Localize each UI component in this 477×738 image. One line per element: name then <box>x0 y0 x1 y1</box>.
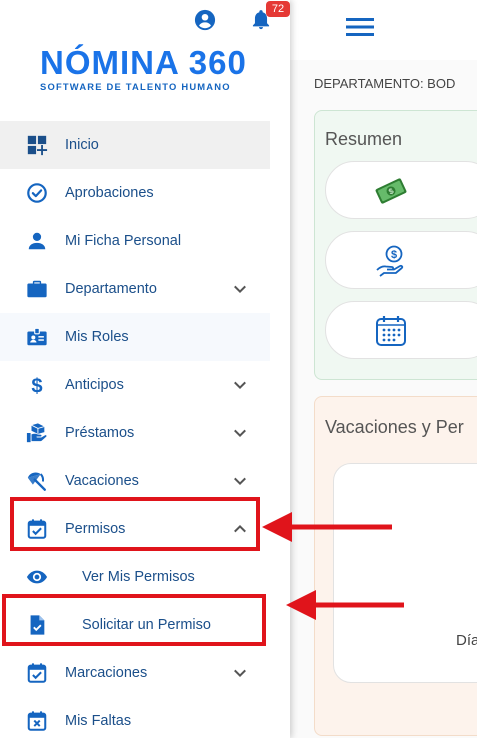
sidebar-item-label: Mi Ficha Personal <box>65 233 182 249</box>
resumen-money-item[interactable]: $ <box>325 161 477 219</box>
vacaciones-title: Vacaciones y Per <box>325 417 464 437</box>
sidebar-item-label: Mis Roles <box>65 329 129 345</box>
sidebar-item-label: Aprobaciones <box>65 185 154 201</box>
sidebar-item-mis-faltas[interactable]: Mis Faltas <box>0 697 270 738</box>
sidebar-item-departamento[interactable]: Departamento <box>0 265 270 313</box>
chevron-down-icon[interactable] <box>231 280 249 298</box>
chevron-down-icon[interactable] <box>231 376 249 394</box>
sidebar-item-prestamos[interactable]: Préstamos <box>0 409 270 457</box>
department-label: DEPARTAMENTO: BOD <box>314 76 456 91</box>
sidebar-item-mi-ficha-personal[interactable]: Mi Ficha Personal <box>0 217 270 265</box>
sidebar-item-label: Departamento <box>65 281 157 297</box>
resumen-calendar-item[interactable] <box>325 301 477 359</box>
eye-icon <box>26 570 48 584</box>
sidebar-item-label: Préstamos <box>65 425 135 441</box>
sidebar-item-marcaciones[interactable]: Marcaciones <box>0 649 270 697</box>
hamburger-menu-icon[interactable] <box>346 16 374 38</box>
sidebar-item-label: Marcaciones <box>65 665 148 681</box>
calendar-icon <box>376 316 406 346</box>
arrow-left-icon <box>286 590 404 620</box>
sidebar-item-anticipos[interactable]: $ Anticipos <box>0 361 270 409</box>
hand-coin-icon: $ <box>376 245 404 277</box>
vacaciones-permisos-card: Vacaciones y Per Día <box>314 396 477 736</box>
vacaciones-summary-box: Día <box>333 463 477 683</box>
money-bill-icon: $ <box>375 178 407 204</box>
chevron-down-icon[interactable] <box>231 472 249 490</box>
check-circle-icon <box>27 183 47 203</box>
main-content: DEPARTAMENTO: BOD Resumen $ $ Vacaciones… <box>290 60 477 738</box>
beach-umbrella-icon <box>27 472 46 491</box>
dashboard-icon <box>27 135 48 156</box>
sidebar-item-label: Inicio <box>65 137 99 153</box>
notification-count-badge: 72 <box>266 1 290 17</box>
highlight-permisos-box <box>10 497 260 551</box>
arrow-left-icon <box>262 512 392 542</box>
person-icon <box>28 232 46 250</box>
logo-main-text: NÓMINA 360 <box>40 44 247 81</box>
svg-text:$: $ <box>31 375 42 396</box>
sidebar-item-label: Mis Faltas <box>65 713 132 729</box>
calendar-x-icon <box>27 711 47 731</box>
resumen-loan-item[interactable]: $ <box>325 231 477 289</box>
sidebar-item-label: Anticipos <box>65 377 124 393</box>
dias-label: Día <box>456 632 477 649</box>
dollar-icon: $ <box>31 375 42 396</box>
resumen-title: Resumen <box>325 129 403 149</box>
briefcase-icon <box>27 280 47 298</box>
nomina360-logo[interactable]: NÓMINA 360 SOFTWARE DE TALENTO HUMANO <box>40 44 247 93</box>
chevron-down-icon[interactable] <box>231 664 249 682</box>
resumen-card: Resumen $ $ <box>314 110 477 380</box>
sidebar-item-aprobaciones[interactable]: Aprobaciones <box>0 169 270 217</box>
chevron-down-icon[interactable] <box>231 424 249 442</box>
sidebar-item-inicio[interactable]: Inicio <box>0 121 270 169</box>
user-account-icon[interactable] <box>194 9 216 31</box>
loan-icon <box>26 423 47 443</box>
svg-text:$: $ <box>391 249 397 261</box>
logo-sub-text: SOFTWARE DE TALENTO HUMANO <box>40 81 231 92</box>
app-page: 72 NÓMINA 360 SOFTWARE DE TALENTO HUMANO… <box>0 0 477 738</box>
sidebar-top-icons: 72 <box>0 1 290 33</box>
sidebar-item-mis-roles[interactable]: Mis Roles <box>0 313 270 361</box>
highlight-solicitar-permiso-box <box>2 594 266 646</box>
calendar-check-icon <box>27 663 47 683</box>
top-app-bar <box>290 0 477 60</box>
badge-icon <box>27 327 47 346</box>
